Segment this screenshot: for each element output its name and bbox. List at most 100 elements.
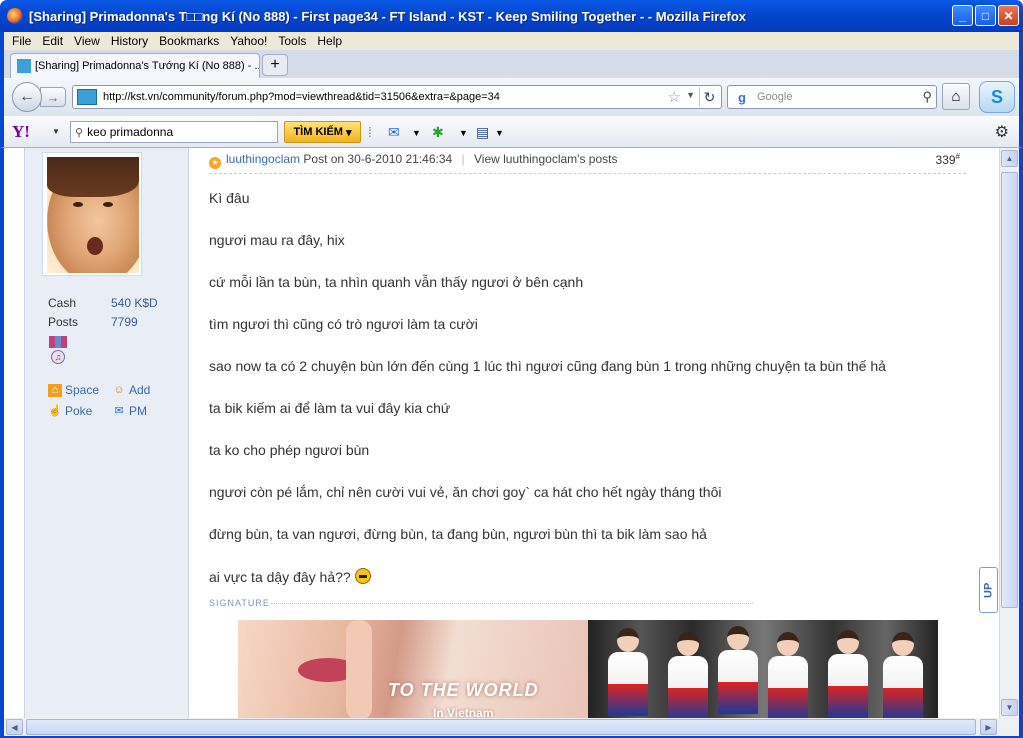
- site-favicon-icon: [17, 59, 31, 73]
- banner-subtext: In Vietnam: [433, 706, 494, 718]
- home-button[interactable]: ⌂: [942, 83, 970, 110]
- yahoo-search-value[interactable]: keo primadonna: [87, 125, 173, 139]
- scroll-down-arrow-icon[interactable]: ▼: [1001, 699, 1018, 716]
- header-divider: |: [461, 152, 465, 166]
- google-engine-icon[interactable]: g: [731, 88, 753, 106]
- online-status-icon: ★: [209, 157, 221, 169]
- back-to-top-button[interactable]: UP: [979, 567, 998, 613]
- scroll-right-arrow-icon[interactable]: ▶: [980, 719, 997, 735]
- avatar[interactable]: [42, 152, 142, 276]
- mail-dropdown-icon[interactable]: ▼: [412, 128, 421, 138]
- signature-banner-image: TO THE WORLD In Vietnam: [238, 620, 938, 718]
- scroll-left-arrow-icon[interactable]: ◀: [6, 719, 23, 735]
- forward-button[interactable]: →: [40, 87, 66, 107]
- firefox-icon: [7, 8, 23, 24]
- horizontal-scrollbar[interactable]: ◀ ▶: [0, 718, 1023, 738]
- close-button[interactable]: ✕: [998, 5, 1019, 26]
- clipboard-dropdown-icon[interactable]: ▼: [495, 128, 504, 138]
- add-friend-icon: ☺: [113, 384, 125, 396]
- window-title-bar: [Sharing] Primadonna's T□□ng Kí (No 888)…: [0, 0, 1023, 32]
- post-line: ngươi mau ra đây, hix: [209, 232, 345, 248]
- window-controls: _ □ ✕: [952, 5, 1019, 26]
- scroll-up-arrow-icon[interactable]: ▲: [1001, 150, 1018, 167]
- search-placeholder: Google: [757, 91, 793, 103]
- stat-posts: Posts 7799: [48, 315, 138, 329]
- post-number[interactable]: 339#: [936, 152, 960, 167]
- signature-divider: [271, 603, 753, 604]
- avatar-photo: [47, 157, 139, 273]
- url-text[interactable]: http://kst.vn/community/forum.php?mod=vi…: [103, 91, 500, 103]
- stat-cash: Cash 540 K$D: [48, 296, 158, 310]
- view-author-posts-link[interactable]: View luuthingoclam's posts: [474, 152, 617, 166]
- yahoo-search-button[interactable]: TÌM KIẾM ▾: [284, 121, 361, 143]
- yahoo-toolbar: Y! ▼ ⚲ keo primadonna TÌM KIẾM ▾ ⁞ ✉ ▼ ✱…: [0, 116, 1023, 148]
- menu-tools[interactable]: Tools: [278, 34, 306, 48]
- menu-history[interactable]: History: [111, 34, 148, 48]
- skype-icon[interactable]: S: [979, 81, 1015, 113]
- site-identity-icon[interactable]: [77, 89, 97, 105]
- reload-button[interactable]: ↻: [699, 87, 719, 107]
- signature-label: SIGNATURE: [209, 598, 270, 608]
- search-bar[interactable]: g Google ⚲: [727, 85, 937, 109]
- mail-icon: ✉: [114, 405, 124, 417]
- menu-bookmarks[interactable]: Bookmarks: [159, 34, 219, 48]
- post-line: ta bik kiếm ai để làm ta vui đây kia chứ: [209, 400, 451, 416]
- post-line: tìm ngươi thì cũng có trò ngươi làm ta c…: [209, 316, 478, 332]
- page-content: Cash 540 K$D Posts 7799 ♫ ⌂ Space ☺ Add: [0, 148, 1023, 718]
- tab-strip: [Sharing] Primadonna's Tướng Kí (No 888)…: [0, 50, 1023, 78]
- new-tab-button[interactable]: +: [262, 54, 288, 76]
- yahoo-search-button-label: TÌM KIẾM: [293, 126, 343, 138]
- menu-view[interactable]: View: [74, 34, 100, 48]
- space-link[interactable]: ⌂ Space: [48, 380, 112, 401]
- back-forward-group: → ←: [12, 82, 66, 112]
- clipboard-icon[interactable]: ▤: [476, 124, 489, 141]
- post-line-last: ai vực ta dậy đây hả??: [209, 568, 371, 585]
- url-history-dropdown-icon[interactable]: ▼: [686, 90, 695, 100]
- window-title: [Sharing] Primadonna's T□□ng Kí (No 888)…: [29, 8, 747, 24]
- post-header: ★ luuthingoclam Post on 30-6-2010 21:46:3…: [209, 152, 966, 174]
- medal-icon[interactable]: ♫: [49, 336, 67, 368]
- url-bar[interactable]: http://kst.vn/community/forum.php?mod=vi…: [72, 85, 722, 109]
- post-line: cứ mỗi lần ta bùn, ta nhìn quanh vẫn thấ…: [209, 274, 584, 290]
- search-icon: ⚲: [75, 126, 84, 139]
- post-line: ta ko cho phép ngươi bùn: [209, 442, 370, 458]
- home-icon: ⌂: [48, 384, 62, 397]
- search-icon[interactable]: ⚲: [922, 89, 932, 105]
- pm-link[interactable]: ✉ PM: [112, 401, 176, 422]
- menu-edit[interactable]: Edit: [42, 34, 63, 48]
- post-author-link[interactable]: luuthingoclam: [226, 152, 300, 166]
- tab-current[interactable]: [Sharing] Primadonna's Tướng Kí (No 888)…: [10, 53, 260, 78]
- mail-icon[interactable]: ✉: [388, 124, 400, 141]
- user-stats: Cash 540 K$D Posts 7799: [48, 294, 158, 332]
- menu-help[interactable]: Help: [317, 34, 342, 48]
- back-button[interactable]: ←: [12, 82, 42, 112]
- widget-dropdown-icon[interactable]: ▼: [459, 128, 468, 138]
- navigation-bar: → ← http://kst.vn/community/forum.php?mo…: [0, 78, 1023, 116]
- widget-icon[interactable]: ✱: [432, 124, 444, 141]
- menu-yahoo[interactable]: Yahoo!: [230, 34, 267, 48]
- maximize-button[interactable]: □: [975, 5, 996, 26]
- post-date: Post on 30-6-2010 21:46:34: [303, 152, 453, 166]
- scrollbar-thumb[interactable]: [1001, 172, 1018, 608]
- banner-text: TO THE WORLD: [388, 680, 539, 700]
- post-line: đừng bùn, ta van ngươi, đừng bùn, ta đan…: [209, 526, 707, 542]
- tab-label: [Sharing] Primadonna's Tướng Kí (No 888)…: [35, 60, 260, 72]
- horizontal-scrollbar-thumb[interactable]: [26, 719, 976, 735]
- toolbar-separator-icon: ⁞: [368, 124, 372, 140]
- smiley-emoticon-icon: [354, 568, 371, 584]
- post-line: sao now ta có 2 chuyện bùn lớn đến cùng …: [209, 358, 886, 374]
- post-line: Kì đâu: [209, 190, 250, 206]
- yahoo-search-input[interactable]: ⚲ keo primadonna: [70, 121, 278, 143]
- yahoo-menu-dropdown-icon[interactable]: ▼: [52, 127, 60, 136]
- poke-link[interactable]: ☝ Poke: [48, 401, 112, 422]
- menu-file[interactable]: File: [12, 34, 31, 48]
- minimize-button[interactable]: _: [952, 5, 973, 26]
- yahoo-logo[interactable]: Y!: [12, 122, 30, 142]
- bookmark-star-icon[interactable]: ☆: [668, 88, 681, 106]
- user-info-pane: Cash 540 K$D Posts 7799 ♫ ⌂ Space ☺ Add: [24, 148, 189, 718]
- vertical-scrollbar[interactable]: ▲ ▼: [999, 148, 1019, 718]
- add-friend-link[interactable]: ☺ Add: [112, 380, 176, 401]
- post-line: ngươi còn pé lắm, chỉ nên cười vui vẻ, ă…: [209, 484, 722, 500]
- menu-bar: File Edit View History Bookmarks Yahoo! …: [0, 32, 1023, 50]
- gear-icon[interactable]: ⚙: [995, 122, 1009, 142]
